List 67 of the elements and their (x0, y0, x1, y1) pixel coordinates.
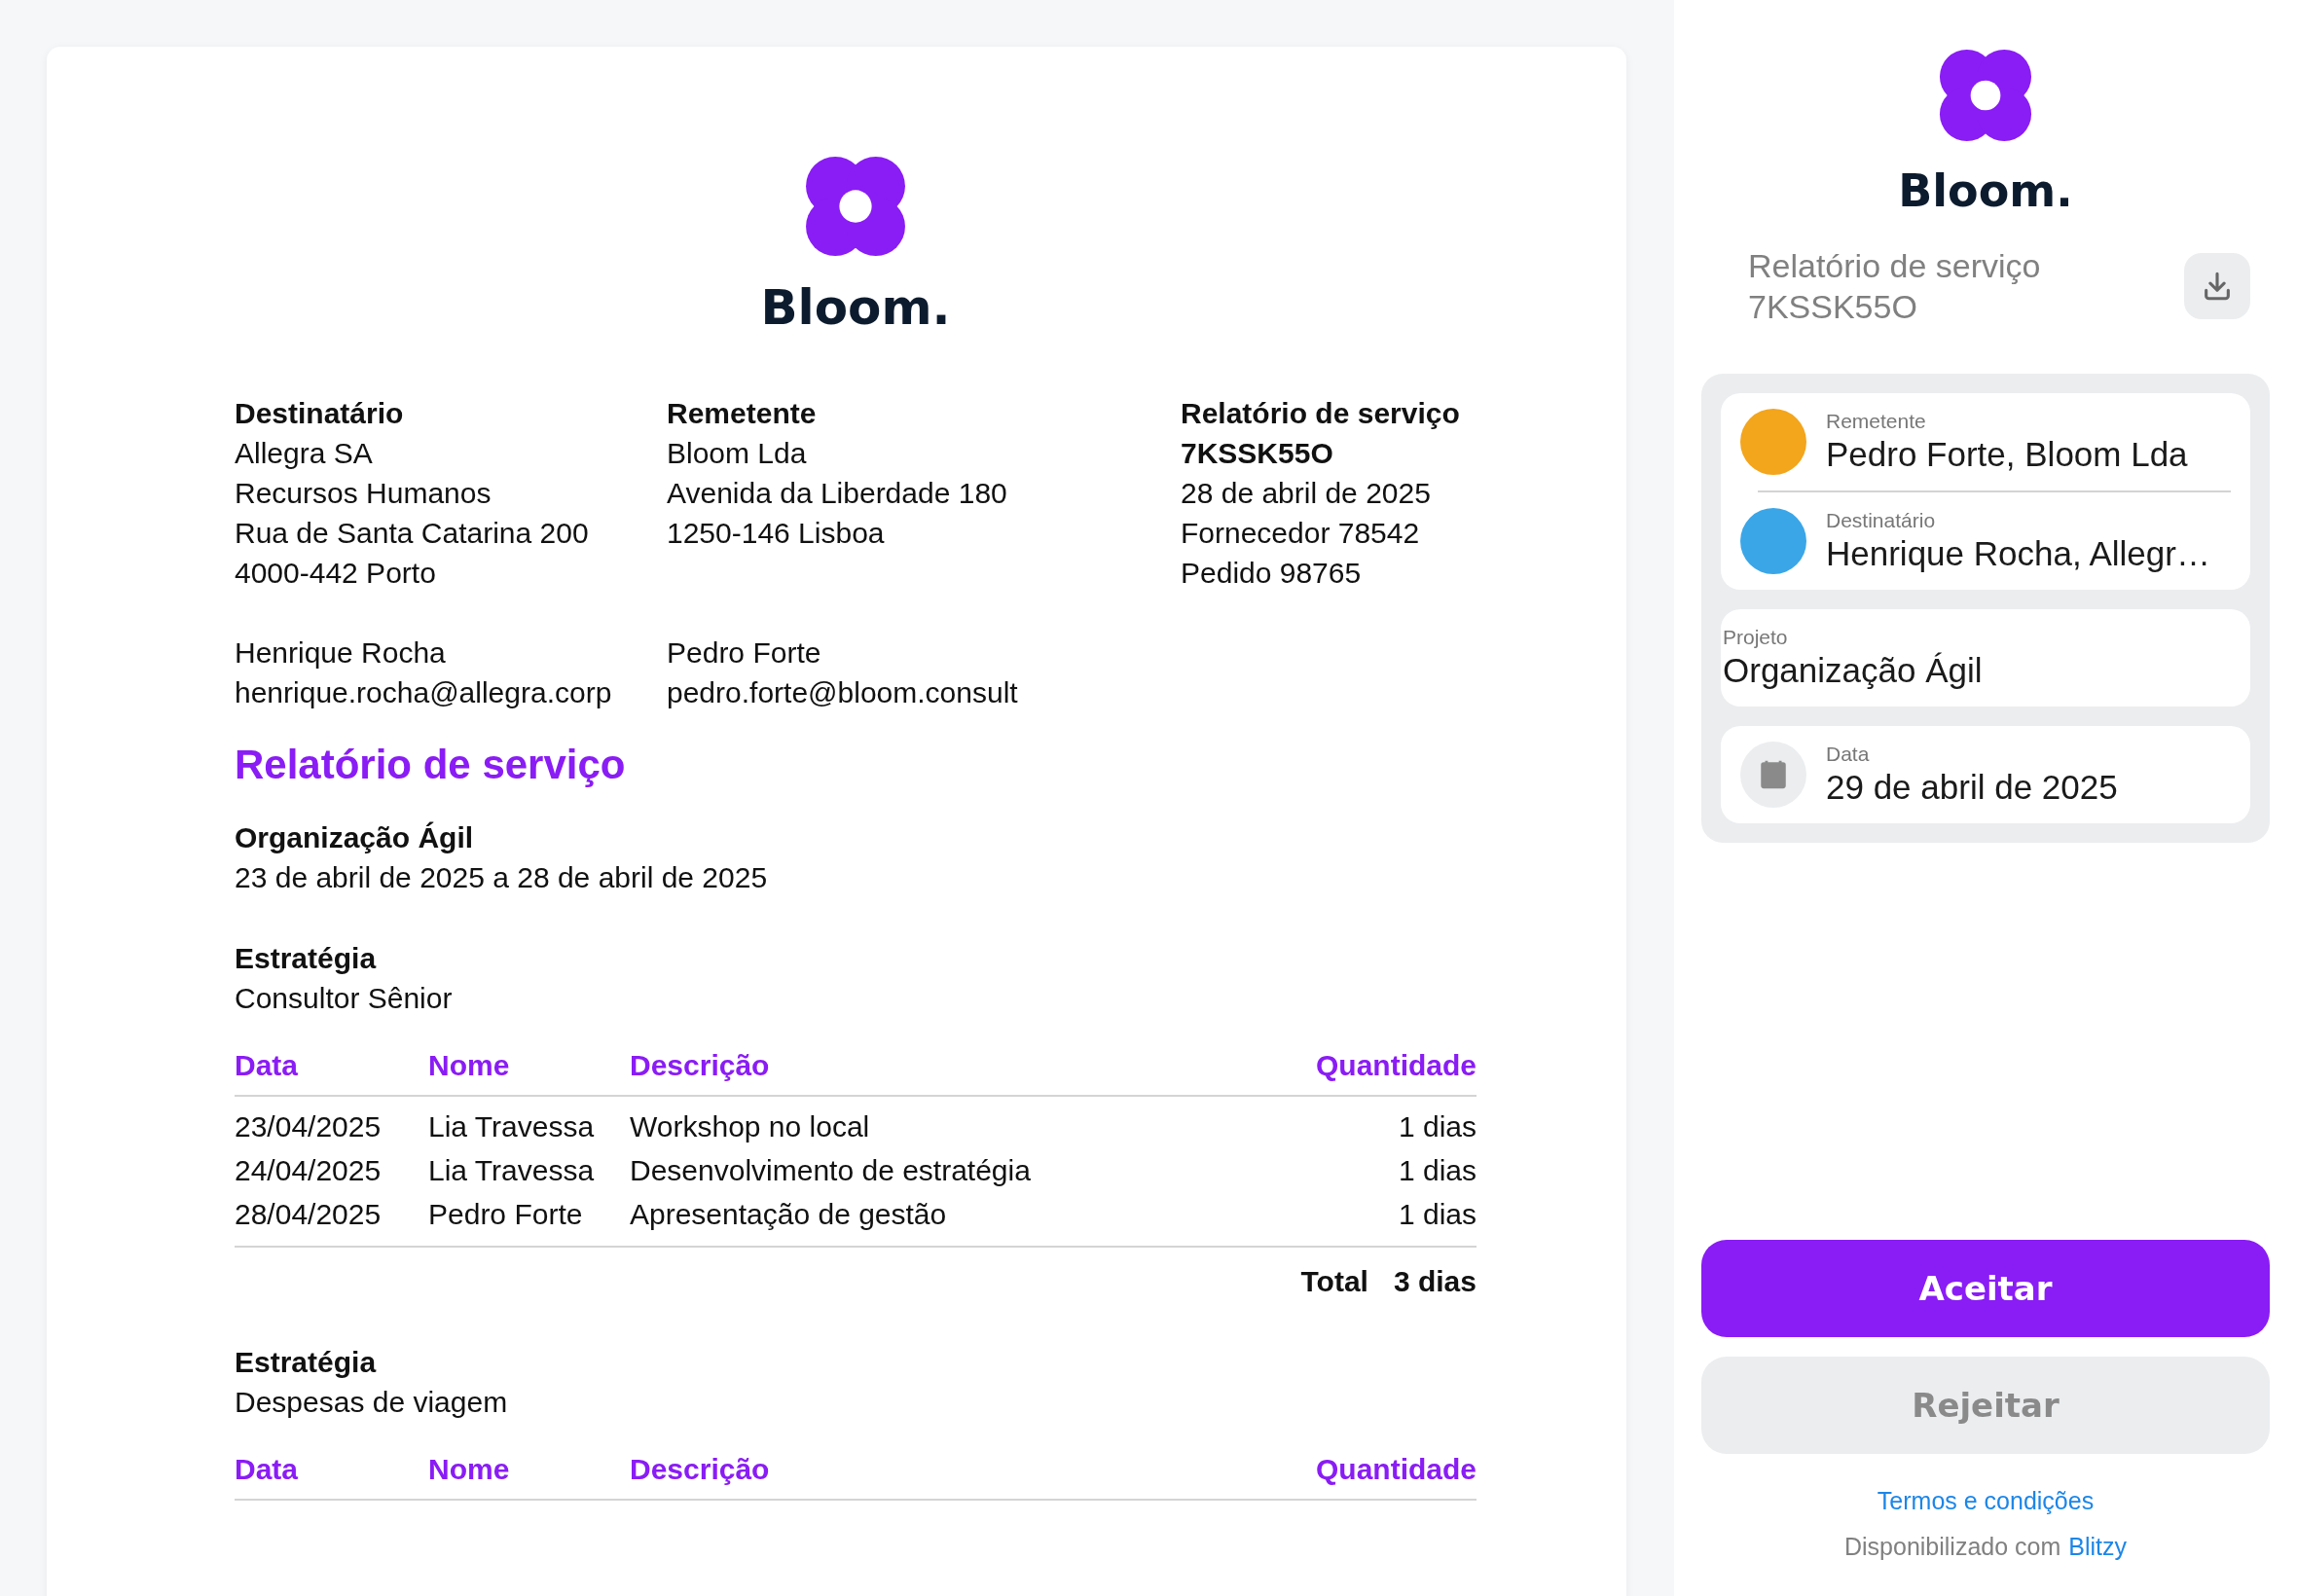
table-cell-text: 28/04/2025 (235, 1197, 383, 1232)
field-label: Projeto (1723, 625, 1789, 650)
field-label: Data (1826, 742, 1871, 767)
download-button[interactable] (2184, 253, 2250, 319)
footer-text: Disponibilizado com (1843, 1533, 2061, 1561)
terms-link[interactable]: Termos e condições (1877, 1487, 2095, 1515)
column-header: Data (235, 1449, 428, 1501)
contact-email: henrique.rocha@allegra.corp (235, 675, 613, 710)
section-category: Estratégia (235, 941, 378, 976)
address-line: Recursos Humanos (235, 476, 492, 511)
field-label: Remetente (1826, 409, 1927, 434)
column-header: Quantidade (1316, 1045, 1477, 1097)
section-category: Estratégia (235, 1345, 378, 1380)
contact-email: pedro.forte@bloom.consult (667, 675, 1019, 710)
address-heading: Destinatário (235, 396, 405, 431)
report-code: 7KSSK55O (1748, 287, 1918, 327)
project-name: Organização Ágil (235, 820, 475, 855)
address-line: 1250-146 Lisboa (667, 516, 886, 551)
table-cell-text: Workshop no local (630, 1109, 871, 1144)
field-label: Destinatário (1826, 508, 1937, 533)
address-line: Allegra SA (235, 436, 374, 471)
column-header: Descrição (630, 1449, 1316, 1501)
report-title: Relatório de serviço (235, 741, 627, 789)
table-cell-text: Pedro Forte (428, 1197, 584, 1232)
address-line: Rua de Santa Catarina 200 (235, 516, 590, 551)
total-label: Total (1300, 1264, 1368, 1299)
column-header: Data (235, 1045, 428, 1097)
section-role: Consultor Sênior (235, 981, 454, 1016)
contact-name: Pedro Forte (667, 635, 822, 671)
table-cell-text: 1 dias (1397, 1109, 1477, 1144)
flower-logo-icon (805, 156, 906, 257)
field-value: 29 de abril de 2025 (1826, 767, 2118, 808)
address-heading: 7KSSK55O (1181, 436, 1334, 471)
reject-button[interactable]: Rejeitar (1701, 1357, 2270, 1454)
table-cell-text: 1 dias (1397, 1153, 1477, 1188)
address-line: 4000-442 Porto (235, 556, 437, 591)
column-header: Nome (428, 1449, 630, 1501)
footer-link[interactable]: Blitzy (2068, 1533, 2128, 1561)
address-line: Bloom Lda (667, 436, 808, 471)
project-period: 23 de abril de 2025 a 28 de abril de 2025 (235, 860, 769, 895)
table-cell-text: 24/04/2025 (235, 1153, 383, 1188)
table-cell-text: 1 dias (1397, 1197, 1477, 1232)
brand-name: Bloom. (1898, 163, 2073, 218)
contact-name: Henrique Rocha (235, 635, 447, 671)
field-value: Organização Ágil (1723, 650, 1984, 691)
address-heading: Relatório de serviço (1181, 396, 1461, 431)
table-cell-text: Desenvolvimento de estratégia (630, 1153, 1032, 1188)
table-cell-text: Lia Travessa (428, 1153, 596, 1188)
field-value: Henrique Rocha, Allegr… (1826, 533, 2210, 574)
column-header: Quantidade (1316, 1449, 1477, 1501)
table-cell-text: Apresentação de gestão (630, 1197, 948, 1232)
flower-logo-icon (1939, 49, 2032, 142)
address-heading: Remetente (667, 396, 818, 431)
table-cell-text: 23/04/2025 (235, 1109, 383, 1144)
total-value: 3 dias (1393, 1264, 1477, 1299)
column-header: Descrição (630, 1045, 1316, 1097)
accept-button[interactable]: Aceitar (1701, 1240, 2270, 1337)
address-line: Avenida da Liberdade 180 (667, 476, 1008, 511)
address-line: 28 de abril de 2025 (1181, 476, 1432, 511)
address-line: Fornecedor 78542 (1181, 516, 1421, 551)
report-title: Relatório de serviço (1748, 246, 2041, 286)
field-value: Pedro Forte, Bloom Lda (1826, 434, 2188, 475)
address-line: Pedido 98765 (1181, 556, 1363, 591)
column-header: Nome (428, 1045, 630, 1097)
section-role: Despesas de viagem (235, 1385, 509, 1420)
brand-name: Bloom. (760, 278, 951, 337)
table-cell-text: Lia Travessa (428, 1109, 596, 1144)
